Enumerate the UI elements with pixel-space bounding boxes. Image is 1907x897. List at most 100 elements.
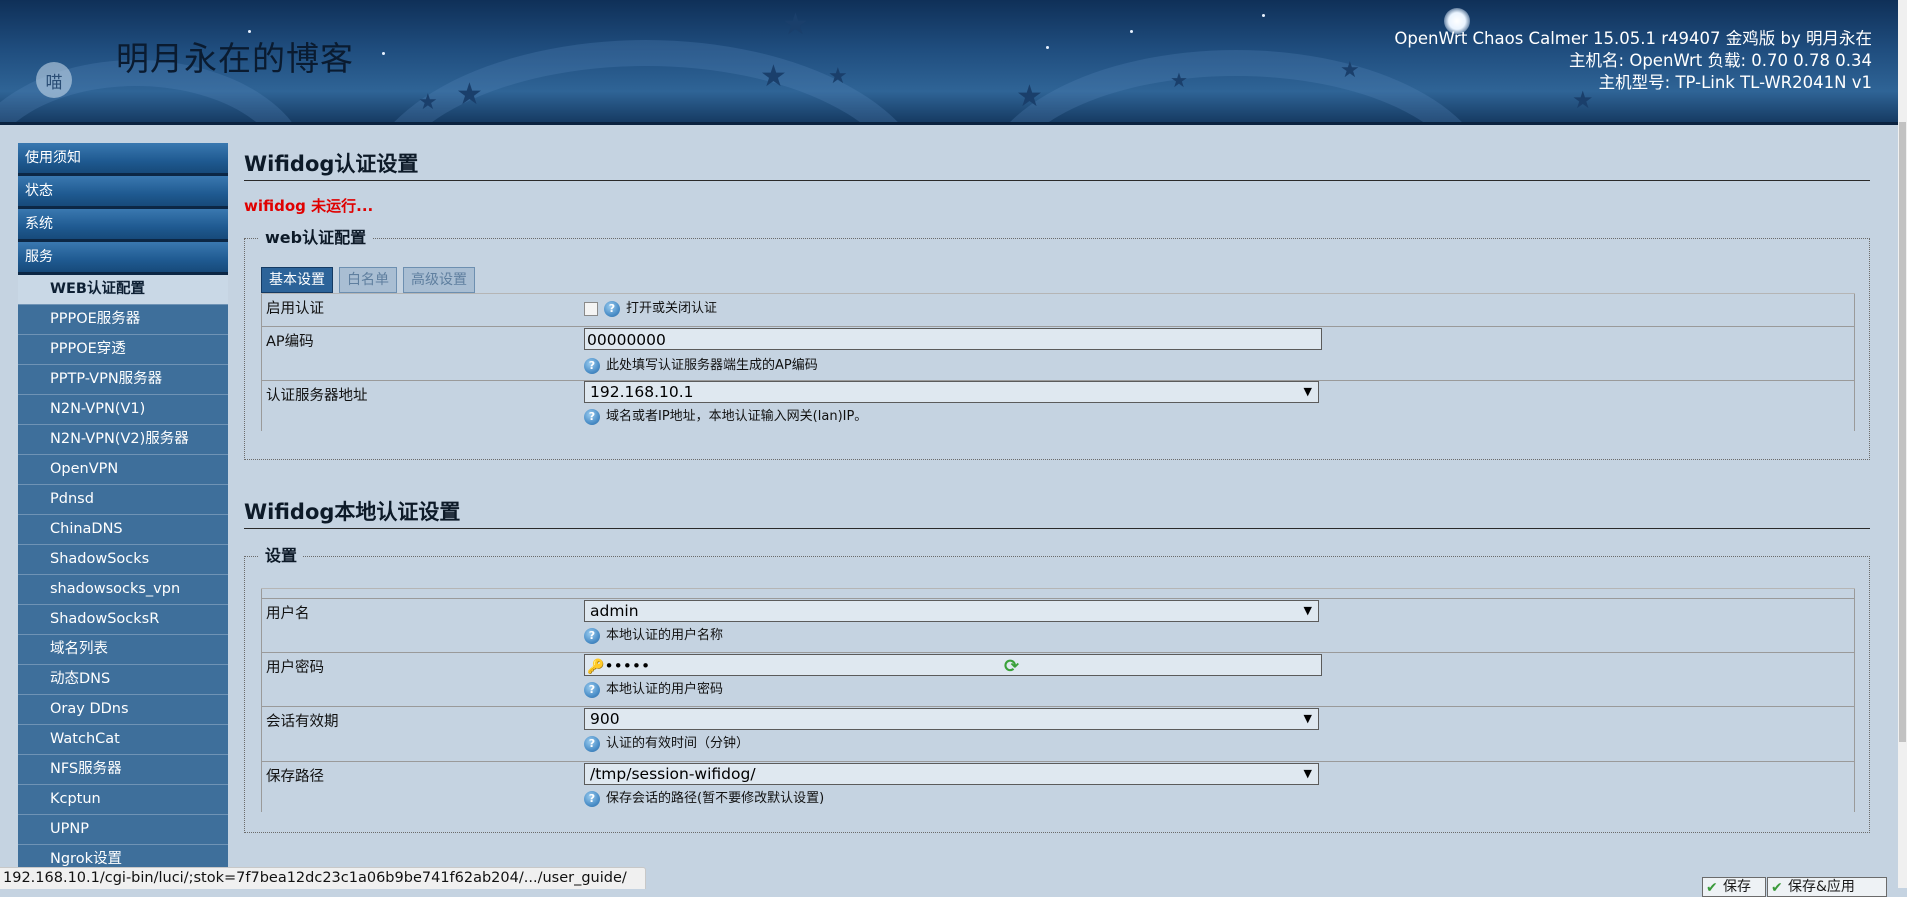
label-username: 用户名 xyxy=(266,606,310,622)
hint-ap-code-wrap: ? 此处填写认证服务器端生成的AP编码 xyxy=(584,354,818,374)
star-icon: ★ xyxy=(1340,58,1360,83)
tab-basic-settings[interactable]: 基本设置 xyxy=(261,267,333,293)
sidebar-item-shadowsocks-vpn[interactable]: shadowsocks_vpn xyxy=(18,575,228,605)
page-scrollbar[interactable] xyxy=(1898,0,1907,888)
password-input[interactable]: 🔑••••• xyxy=(584,654,1322,676)
star-icon: ★ xyxy=(1170,68,1188,92)
save-apply-button[interactable]: ✔ 保存&应用 xyxy=(1767,877,1887,897)
hint-password: 本地认证的用户密码 xyxy=(606,682,724,697)
help-icon: ? xyxy=(584,681,600,698)
sidebar-item-pppoe-passthrough[interactable]: PPPOE穿透 xyxy=(18,335,228,365)
check-icon: ✔ xyxy=(1706,880,1718,896)
star-icon: ★ xyxy=(760,59,787,94)
site-title[interactable]: 明月永在的博客 xyxy=(116,32,354,80)
row-username: 用户名 admin ▼ ? 本地认证的用户名称 xyxy=(261,599,1855,653)
system-info: OpenWrt Chaos Calmer 15.05.1 r49407 金鸡版 … xyxy=(1394,28,1872,94)
save-button[interactable]: ✔ 保存 xyxy=(1702,877,1766,897)
section-title-wifidog: Wifidog认证设置 xyxy=(244,150,1870,181)
sidebar-item-ddns[interactable]: 动态DNS xyxy=(18,665,228,695)
enable-auth-checkbox[interactable] xyxy=(584,301,598,316)
tab-bar: 基本设置 白名单 高级设置 xyxy=(261,267,481,293)
sidebar-menu: 使用须知 状态 系统 服务 WEB认证配置 PPPOE服务器 PPPOE穿透 P… xyxy=(18,143,228,873)
hint-session-wrap: ? 认证的有效时间（分钟） xyxy=(584,732,749,752)
chevron-down-icon: ▼ xyxy=(1303,767,1312,780)
sidebar-item-openvpn[interactable]: OpenVPN xyxy=(18,455,228,485)
firmware-info: OpenWrt Chaos Calmer 15.05.1 r49407 金鸡版 … xyxy=(1394,29,1872,48)
hint-save-path-wrap: ? 保存会话的路径(暂不要修改默认设置) xyxy=(584,787,824,807)
device-model: 主机型号: TP-Link TL-WR2041N v1 xyxy=(1598,73,1872,92)
row-enable-auth: 启用认证 ? 打开或关闭认证 xyxy=(261,294,1855,327)
help-icon: ? xyxy=(584,408,600,425)
chevron-down-icon: ▼ xyxy=(1303,604,1312,617)
help-icon: ? xyxy=(584,357,600,374)
ap-code-input[interactable]: 00000000 xyxy=(584,328,1322,350)
label-save-path: 保存路径 xyxy=(266,769,324,785)
fieldset-legend: 设置 xyxy=(259,546,304,566)
menu-services[interactable]: 服务 xyxy=(18,242,228,275)
hint-save-path: 保存会话的路径(暂不要修改默认设置) xyxy=(606,791,825,806)
sidebar-item-nfs[interactable]: NFS服务器 xyxy=(18,755,228,785)
username-value: admin xyxy=(590,602,639,620)
scrollbar-thumb[interactable] xyxy=(1899,122,1906,742)
row-ap-code: AP编码 00000000 ? 此处填写认证服务器端生成的AP编码 xyxy=(261,327,1855,381)
main-content: Wifidog认证设置 wifidog 未运行... web认证配置 基本设置白… xyxy=(244,150,1870,833)
session-timeout-select[interactable]: 900 ▼ xyxy=(584,708,1319,730)
web-auth-fieldset: web认证配置 基本设置 白名单 高级设置 启用认证 ? 打开或关闭认证 AP编码 0… xyxy=(244,228,1870,460)
sidebar-item-chinadns[interactable]: ChinaDNS xyxy=(18,515,228,545)
label-auth-server: 认证服务器地址 xyxy=(266,388,368,404)
help-icon: ? xyxy=(584,790,600,807)
menu-status[interactable]: 状态 xyxy=(18,176,228,209)
hint-auth-server: 域名或者IP地址，本地认证输入网关(lan)IP。 xyxy=(606,409,868,424)
auth-server-select[interactable]: 192.168.10.1 ▼ xyxy=(584,381,1319,403)
star-icon: ★ xyxy=(418,90,438,115)
sidebar-item-n2n-v1[interactable]: N2N-VPN(V1) xyxy=(18,395,228,425)
hint-enable-auth: 打开或关闭认证 xyxy=(626,301,718,316)
sidebar-item-kcptun[interactable]: Kcptun xyxy=(18,785,228,815)
chevron-down-icon: ▼ xyxy=(1303,712,1312,725)
star-icon: ★ xyxy=(782,7,809,42)
star-dot xyxy=(1046,46,1049,49)
hostname-load: 主机名: OpenWrt 负载: 0.70 0.78 0.34 xyxy=(1569,51,1872,70)
star-icon: ★ xyxy=(456,77,483,112)
menu-system[interactable]: 系统 xyxy=(18,209,228,242)
hint-session: 认证的有效时间（分钟） xyxy=(606,736,750,751)
tab-advanced-settings[interactable]: 高级设置 xyxy=(403,267,475,293)
sidebar-item-domain-list[interactable]: 域名列表 xyxy=(18,635,228,665)
table-spacer xyxy=(261,589,1855,599)
sidebar-item-shadowsocksr[interactable]: ShadowSocksR xyxy=(18,605,228,635)
save-apply-label: 保存&应用 xyxy=(1788,879,1855,895)
auth-server-value: 192.168.10.1 xyxy=(590,383,694,401)
sidebar-item-pdnsd[interactable]: Pdnsd xyxy=(18,485,228,515)
save-label: 保存 xyxy=(1723,879,1751,895)
local-settings-table: 用户名 admin ▼ ? 本地认证的用户名称 用户密码 🔑••••• ⟳ ? 本地… xyxy=(261,588,1855,812)
row-save-path: 保存路径 /tmp/session-wifidog/ ▼ ? 保存会话的路径(暂不… xyxy=(261,762,1855,812)
sidebar-item-oray-ddns[interactable]: Oray DDns xyxy=(18,695,228,725)
row-password: 用户密码 🔑••••• ⟳ ? 本地认证的用户密码 xyxy=(261,653,1855,707)
sidebar-item-upnp[interactable]: UPNP xyxy=(18,815,228,845)
row-session-timeout: 会话有效期 900 ▼ ? 认证的有效时间（分钟） xyxy=(261,707,1855,762)
tab-whitelist[interactable]: 白名单 xyxy=(339,267,397,293)
session-timeout-value: 900 xyxy=(590,710,620,728)
section-title-local-auth: Wifidog本地认证设置 xyxy=(244,498,1870,529)
settings-table: 启用认证 ? 打开或关闭认证 AP编码 00000000 ? 此处填写认证服务器端生… xyxy=(261,293,1855,431)
star-icon: ★ xyxy=(1016,79,1043,114)
cat-logo-icon: 喵 xyxy=(36,62,72,98)
sidebar-item-pppoe-server[interactable]: PPPOE服务器 xyxy=(18,305,228,335)
hint-password-wrap: ? 本地认证的用户密码 xyxy=(584,678,723,698)
star-dot xyxy=(1262,14,1265,17)
username-select[interactable]: admin ▼ xyxy=(584,600,1319,622)
reveal-password-icon[interactable]: ⟳ xyxy=(1004,656,1019,677)
page-header: ★ ★ ★ ★ ★ ★ ★ ★ ★ 喵 明月永在的博客 OpenWrt Chao… xyxy=(0,0,1898,125)
help-icon: ? xyxy=(604,300,620,317)
sidebar-item-web-auth[interactable]: WEB认证配置 xyxy=(18,275,228,305)
save-path-select[interactable]: /tmp/session-wifidog/ ▼ xyxy=(584,763,1319,785)
key-icon: 🔑 xyxy=(587,659,605,675)
star-dot xyxy=(1130,30,1133,33)
sidebar-item-watchcat[interactable]: WatchCat xyxy=(18,725,228,755)
star-icon: ★ xyxy=(828,64,848,89)
sidebar-item-shadowsocks[interactable]: ShadowSocks xyxy=(18,545,228,575)
local-auth-fieldset: 设置 用户名 admin ▼ ? 本地认证的用户名称 用户密码 🔑••••• ⟳ … xyxy=(244,546,1870,833)
sidebar-item-pptp-vpn[interactable]: PPTP-VPN服务器 xyxy=(18,365,228,395)
menu-user-guide[interactable]: 使用须知 xyxy=(18,143,228,176)
sidebar-item-n2n-v2[interactable]: N2N-VPN(V2)服务器 xyxy=(18,425,228,455)
